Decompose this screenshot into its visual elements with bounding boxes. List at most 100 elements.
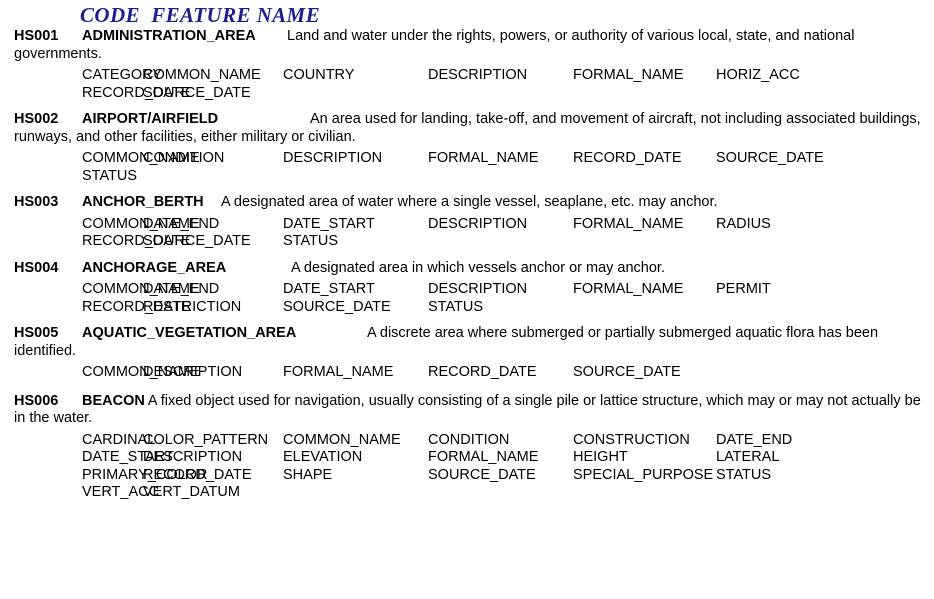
- attribute-name: STATUS: [82, 167, 138, 184]
- attribute-name: RECORD_DATE: [82, 233, 191, 249]
- feature-name: AQUATIC_VEGETATION_AREA: [82, 325, 297, 341]
- attribute-name: PERMIT: [716, 281, 771, 297]
- attribute-name: ELEVATION: [283, 449, 363, 465]
- attribute-name: FORMAL_NAME: [428, 449, 539, 465]
- feature-entry-hs004: HS004 ANCHORAGE_AREA A designated area in …: [0, 260, 934, 317]
- attribute-name: SOURCE_DATE: [143, 233, 251, 249]
- attribute-name: HEIGHT: [573, 449, 628, 465]
- attribute-name: RECORD_DATE: [82, 298, 191, 315]
- attribute-name: SOURCE_DATE: [573, 364, 681, 380]
- feature-description: A designated area in which vessels ancho…: [291, 259, 665, 276]
- attribute-row: RECORD_DATERESTRICTION SOURCE_DATE STATUS: [0, 299, 934, 317]
- feature-code: HS002: [14, 111, 59, 127]
- attribute-row: CATEGORYCOMMON_NAME COUNTRY DESCRIPTION FOR…: [0, 67, 934, 85]
- attribute-name: RESTRICTION: [143, 298, 242, 315]
- feature-code: HS006: [14, 392, 59, 409]
- attribute-name: STATUS: [428, 298, 484, 315]
- feature-name: BEACON: [82, 392, 145, 409]
- attribute-list: COMMON_NAMECONDITION DESCRIPTION FORMAL_NA…: [0, 146, 934, 185]
- attribute-name: SOURCE_DATE: [143, 84, 251, 101]
- attribute-name: COMMON_NAME: [143, 67, 261, 83]
- attribute-name: DESCRIPTION: [428, 215, 528, 232]
- feature-entry-hs002: HS002 AIRPORT/AIRFIELD An area used for la…: [0, 111, 934, 185]
- page-title: CODE FEATURE NAME: [80, 3, 321, 27]
- feature-code: HS005: [14, 325, 59, 341]
- attribute-name: DATE_START: [82, 449, 174, 465]
- attribute-name: FORMAL_NAME: [283, 364, 394, 380]
- attribute-name: LATERAL: [716, 449, 780, 465]
- feature-code: HS001: [14, 28, 59, 44]
- feature-name: ANCHORAGE_AREA: [82, 259, 227, 276]
- attribute-name: DESCRIPTION: [143, 449, 243, 465]
- attribute-row: RECORD_DATESOURCE_DATE: [0, 85, 934, 103]
- attribute-name: CONSTRUCTION: [573, 431, 690, 448]
- attribute-name: SHAPE: [283, 466, 333, 483]
- attribute-name: COMMON_NAME: [82, 364, 200, 380]
- attribute-name: CONDITION: [143, 150, 225, 166]
- attribute-row: VERT_ACCVERT_DATUM: [0, 484, 934, 502]
- feature-name: ADMINISTRATION_AREA: [82, 28, 256, 44]
- attribute-name: SOURCE_DATE: [283, 298, 391, 315]
- feature-entry-hs003: HS003 ANCHOR_BERTH A designated area of wa…: [0, 194, 934, 251]
- attribute-list: CATEGORYCOMMON_NAME COUNTRY DESCRIPTION FOR…: [0, 63, 934, 102]
- attribute-row: CARDINALCOLOR_PATTERN COMMON_NAME CONDITIO…: [0, 432, 934, 450]
- attribute-name: DESCRIPTION: [428, 67, 528, 83]
- feature-description: A designated area of water where a singl…: [221, 194, 718, 210]
- attribute-row: STATUS: [0, 168, 934, 186]
- attribute-name: COMMON_NAME: [82, 281, 200, 297]
- feature-heading: HS004 ANCHORAGE_AREA A designated area in …: [0, 260, 934, 278]
- attribute-name: SOURCE_DATE: [428, 466, 536, 483]
- attribute-row: COMMON_NAMEDATE_END DATE_START DESCRIPTION…: [0, 216, 934, 234]
- attribute-name: SOURCE_DATE: [716, 150, 824, 166]
- attribute-name: COMMON_NAME: [283, 431, 401, 448]
- attribute-name: CARDINAL: [82, 431, 156, 448]
- attribute-name: DESCRIPTION: [283, 150, 383, 166]
- attribute-list: CARDINALCOLOR_PATTERN COMMON_NAME CONDITIO…: [0, 428, 934, 502]
- feature-entry-hs006: HS006 BEACON A fixed object used for navig…: [0, 393, 934, 502]
- attribute-row: COMMON_NAMEDESCRIPTION FORMAL_NAME RECORD_…: [0, 364, 934, 382]
- feature-entry-hs001: HS001 ADMINISTRATION_AREA Land and water u…: [0, 28, 934, 102]
- attribute-name: DATE_END: [143, 215, 220, 232]
- feature-heading: HS005 AQUATIC_VEGETATION_AREA A discrete a…: [0, 325, 934, 360]
- attribute-name: CONDITION: [428, 431, 510, 448]
- attribute-name: RECORD_DATE: [143, 466, 252, 483]
- attribute-name: FORMAL_NAME: [428, 150, 539, 166]
- attribute-name: STATUS: [283, 233, 339, 249]
- attribute-name: DATE_END: [143, 281, 220, 297]
- attribute-name: SPECIAL_PURPOSE: [573, 466, 714, 483]
- feature-heading: HS002 AIRPORT/AIRFIELD An area used for la…: [0, 111, 934, 146]
- feature-name: AIRPORT/AIRFIELD: [82, 111, 219, 127]
- feature-heading: HS001 ADMINISTRATION_AREA Land and water u…: [0, 28, 934, 63]
- document-page: CODE FEATURE NAME HS001 ADMINISTRATION_AR…: [0, 0, 934, 599]
- attribute-name: RADIUS: [716, 215, 771, 232]
- attribute-name: PRIMARY_COLOR: [82, 466, 208, 483]
- attribute-name: STATUS: [716, 466, 772, 483]
- attribute-name: DESCRIPTION: [428, 281, 528, 297]
- attribute-name: COMMON_NAME: [82, 150, 200, 166]
- feature-description: A fixed object used for navigation, usua…: [14, 392, 921, 427]
- feature-heading: HS006 BEACON A fixed object used for navig…: [0, 393, 934, 428]
- attribute-name: DATE_START: [283, 281, 375, 297]
- attribute-name: DESCRIPTION: [143, 364, 243, 380]
- attribute-name: DATE_END: [716, 431, 793, 448]
- attribute-list: COMMON_NAMEDATE_END DATE_START DESCRIPTION…: [0, 212, 934, 251]
- attribute-row: PRIMARY_COLORRECORD_DATE SHAPE SOURCE_DATE…: [0, 467, 934, 485]
- feature-heading: HS003 ANCHOR_BERTH A designated area of wa…: [0, 194, 934, 212]
- attribute-list: COMMON_NAMEDATE_END DATE_START DESCRIPTION…: [0, 277, 934, 316]
- feature-name: ANCHOR_BERTH: [82, 194, 204, 210]
- attribute-row: DATE_STARTDESCRIPTION ELEVATION FORMAL_NAM…: [0, 449, 934, 467]
- attribute-name: COLOR_PATTERN: [143, 431, 269, 448]
- attribute-name: DATE_START: [283, 215, 375, 232]
- attribute-name: RECORD_DATE: [82, 84, 191, 101]
- attribute-name: CATEGORY: [82, 67, 163, 83]
- attribute-name: RECORD_DATE: [573, 150, 682, 166]
- attribute-row: COMMON_NAMECONDITION DESCRIPTION FORMAL_NA…: [0, 150, 934, 168]
- attribute-name: VERT_ACC: [82, 484, 160, 500]
- attribute-name: COMMON_NAME: [82, 215, 200, 232]
- attribute-name: FORMAL_NAME: [573, 67, 684, 83]
